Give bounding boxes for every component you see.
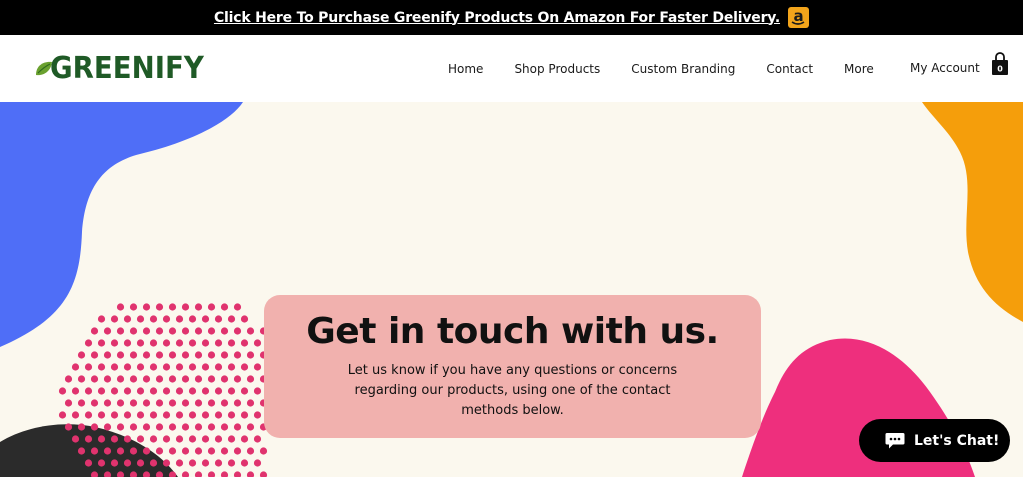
chat-bubble-icon <box>885 432 905 448</box>
my-account-link[interactable]: My Account <box>910 61 980 75</box>
nav-contact[interactable]: Contact <box>766 62 813 76</box>
cart-count: 0 <box>997 65 1003 74</box>
dark-blob <box>0 424 178 477</box>
cart-icon[interactable]: 0 <box>991 52 1009 76</box>
nav-home[interactable]: Home <box>448 62 483 76</box>
greenify-logo[interactable]: GREENIFY <box>34 48 217 88</box>
chat-label: Let's Chat! <box>914 432 1000 449</box>
contact-description: Let us know if you have any questions or… <box>347 363 678 418</box>
nav-more[interactable]: More <box>844 62 874 76</box>
site-header: GREENIFY Home Shop Products Custom Brand… <box>0 35 1023 102</box>
orange-blob <box>922 102 1023 322</box>
contact-card: Get in touch with us. Let us know if you… <box>264 295 761 438</box>
logo-text: GREENIFY <box>50 50 204 86</box>
promo-bar: Click Here To Purchase Greenify Products… <box>0 0 1023 35</box>
nav-custom-branding[interactable]: Custom Branding <box>631 62 735 76</box>
amazon-promo-link[interactable]: Click Here To Purchase Greenify Products… <box>214 10 780 26</box>
amazon-icon[interactable]: a <box>788 7 810 28</box>
contact-title: Get in touch with us. <box>306 311 719 352</box>
main-nav: Home Shop Products Custom Branding Conta… <box>448 35 905 102</box>
lets-chat-button[interactable]: Let's Chat! <box>859 419 1010 462</box>
nav-shop-products[interactable]: Shop Products <box>514 62 600 76</box>
